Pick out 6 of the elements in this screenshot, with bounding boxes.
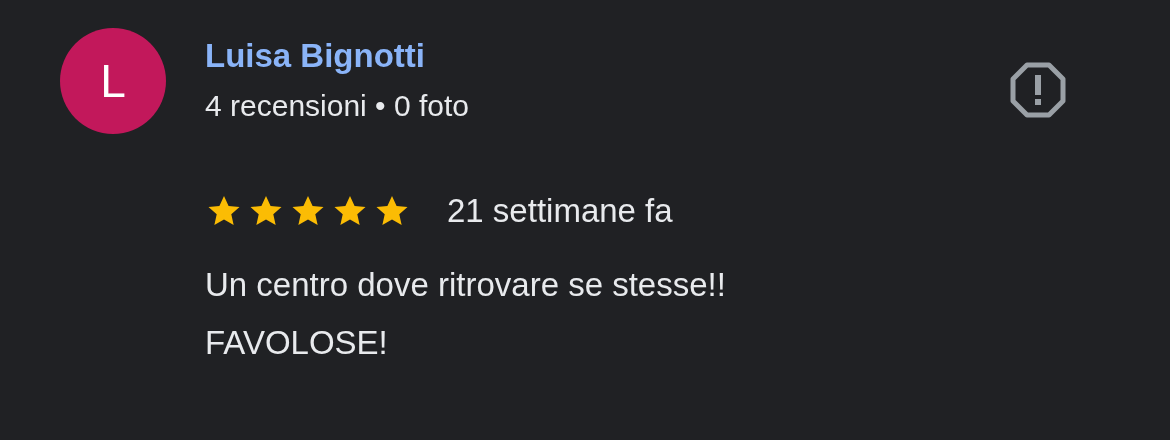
review-text: Un centro dove ritrovare se stesse!! FAVOLOSE! bbox=[205, 265, 727, 363]
author-meta: 4 recensioni • 0 foto bbox=[205, 88, 470, 124]
report-icon[interactable] bbox=[1010, 62, 1066, 118]
author-name[interactable]: Luisa Bignotti bbox=[205, 36, 950, 76]
avatar: L bbox=[60, 28, 166, 134]
review-time: 21 settimane fa bbox=[447, 192, 673, 230]
